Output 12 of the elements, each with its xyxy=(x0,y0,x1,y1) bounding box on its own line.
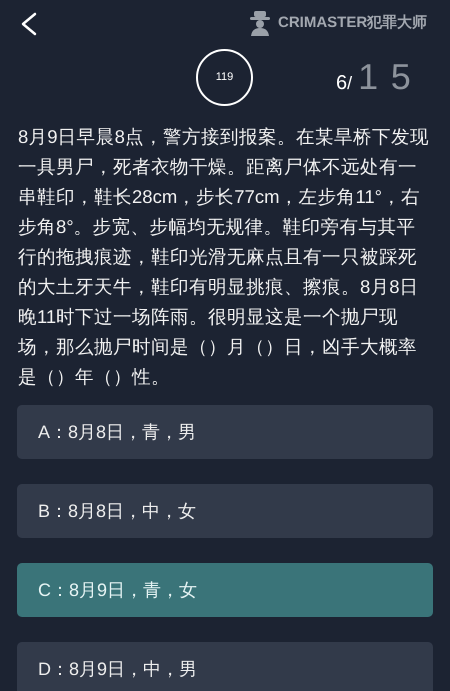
total-question-count: 15 xyxy=(358,55,424,99)
answer-option[interactable]: D：8月9日，中，男 xyxy=(17,642,433,691)
timer-ring: 119 xyxy=(196,49,253,106)
separator: / xyxy=(347,72,352,95)
detective-icon xyxy=(248,10,272,36)
answer-option[interactable]: C：8月9日，青，女 xyxy=(17,563,433,617)
back-icon[interactable] xyxy=(20,12,37,36)
answer-option[interactable]: A：8月8日，青，男 xyxy=(17,405,433,459)
current-question-number: 6 xyxy=(336,71,348,96)
answer-option[interactable]: B：8月8日，中，女 xyxy=(17,484,433,538)
app-brand: CRIMASTER犯罪大师 xyxy=(278,12,428,33)
question-text: 8月9日早晨8点，警方接到报案。在某旱桥下发现一具男尸，死者衣物干燥。距离尸体不远处有一串鞋印，鞋长28cm，步长77cm，左步角11°，右步角8°。步宽、步幅均无规律。鞋印旁有与其平行的拖拽痕迹，鞋印光滑无麻点且有一只被踩死的大土牙天牛，鞋印有明显挑痕、擦痕。8月8日晚11时下过一场阵雨。很明显这是一个抛尸现场，那么抛尸时间是（）月（）日，凶手大概率是（）年（）性。 xyxy=(17,125,430,389)
